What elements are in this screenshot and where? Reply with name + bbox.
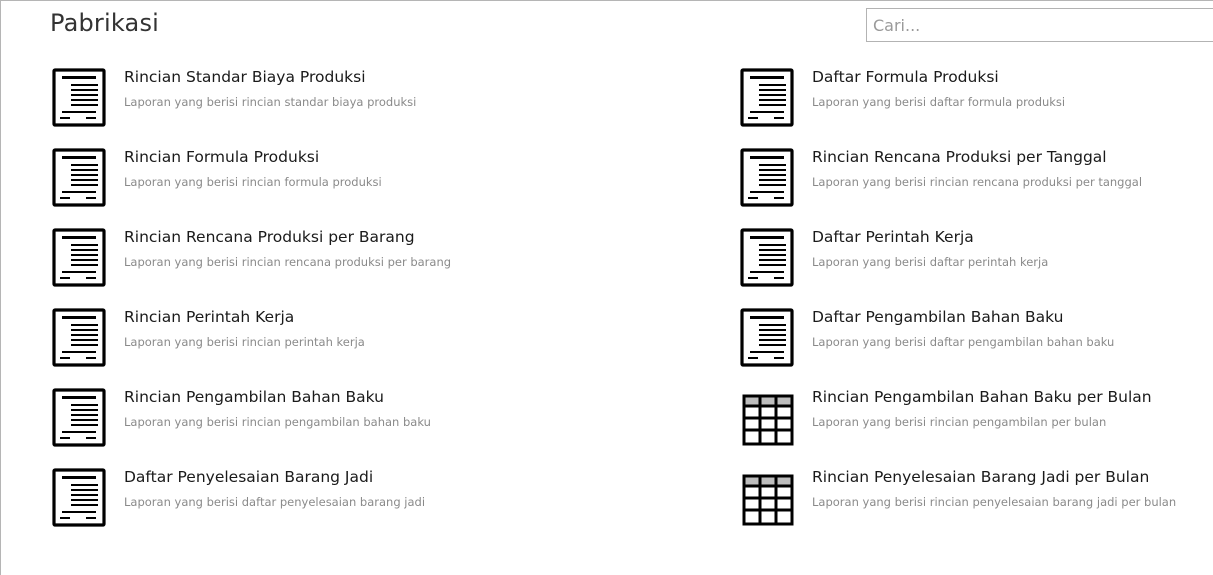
document-icon xyxy=(740,308,796,368)
table-grid-icon xyxy=(740,388,796,448)
report-title[interactable]: Daftar Pengambilan Bahan Baku xyxy=(812,308,1063,326)
report-title[interactable]: Rincian Standar Biaya Produksi xyxy=(124,68,366,86)
report-item[interactable]: Daftar Formula Produksi Laporan yang beri… xyxy=(740,68,1200,132)
table-grid-icon xyxy=(740,468,796,528)
report-title[interactable]: Rincian Pengambilan Bahan Baku per Bulan xyxy=(812,388,1152,406)
report-title[interactable]: Rincian Formula Produksi xyxy=(124,148,319,166)
report-title[interactable]: Rincian Perintah Kerja xyxy=(124,308,294,326)
document-icon xyxy=(52,228,108,288)
report-title[interactable]: Rincian Rencana Produksi per Tanggal xyxy=(812,148,1107,166)
report-item[interactable]: Daftar Perintah Kerja Laporan yang berisi… xyxy=(740,228,1200,292)
document-icon xyxy=(52,468,108,528)
report-item[interactable]: Rincian Pengambilan Bahan Baku Laporan ya… xyxy=(52,388,512,452)
report-item[interactable]: Rincian Formula Produksi Laporan yang ber… xyxy=(52,148,512,212)
report-item[interactable]: Rincian Perintah Kerja Laporan yang beris… xyxy=(52,308,512,372)
report-description: Laporan yang berisi rincian pengambilan … xyxy=(124,415,431,429)
document-icon xyxy=(740,228,796,288)
report-title[interactable]: Rincian Pengambilan Bahan Baku xyxy=(124,388,384,406)
search-input[interactable] xyxy=(866,8,1213,42)
report-item[interactable]: Rincian Standar Biaya Produksi Laporan ya… xyxy=(52,68,512,132)
report-description: Laporan yang berisi rincian rencana prod… xyxy=(812,175,1143,189)
report-item[interactable]: Rincian Rencana Produksi per Barang Lapor… xyxy=(52,228,512,292)
document-icon xyxy=(740,148,796,208)
report-title[interactable]: Rincian Rencana Produksi per Barang xyxy=(124,228,415,246)
document-icon xyxy=(740,68,796,128)
report-description: Laporan yang berisi rincian rencana prod… xyxy=(124,255,452,269)
report-item[interactable]: Daftar Pengambilan Bahan Baku Laporan yan… xyxy=(740,308,1200,372)
document-icon xyxy=(52,68,108,128)
report-description: Laporan yang berisi daftar perintah kerj… xyxy=(812,255,1049,269)
report-description: Laporan yang berisi daftar pengambilan b… xyxy=(812,335,1115,349)
report-description: Laporan yang berisi rincian perintah ker… xyxy=(124,335,365,349)
report-item[interactable]: Rincian Rencana Produksi per Tanggal Lapo… xyxy=(740,148,1200,212)
report-description: Laporan yang berisi rincian formula prod… xyxy=(124,175,382,189)
report-title[interactable]: Rincian Penyelesaian Barang Jadi per Bul… xyxy=(812,468,1149,486)
document-icon xyxy=(52,388,108,448)
report-item[interactable]: Daftar Penyelesaian Barang Jadi Laporan y… xyxy=(52,468,512,532)
report-description: Laporan yang berisi daftar formula produ… xyxy=(812,95,1066,109)
page-title: Pabrikasi xyxy=(50,9,160,37)
report-title[interactable]: Daftar Perintah Kerja xyxy=(812,228,974,246)
report-item[interactable]: Rincian Pengambilan Bahan Baku per Bulan… xyxy=(740,388,1200,452)
report-title[interactable]: Daftar Penyelesaian Barang Jadi xyxy=(124,468,373,486)
report-title[interactable]: Daftar Formula Produksi xyxy=(812,68,999,86)
document-icon xyxy=(52,308,108,368)
report-description: Laporan yang berisi daftar penyelesaian … xyxy=(124,495,426,509)
report-description: Laporan yang berisi rincian standar biay… xyxy=(124,95,417,109)
report-description: Laporan yang berisi rincian penyelesaian… xyxy=(812,495,1177,509)
document-icon xyxy=(52,148,108,208)
report-item[interactable]: Rincian Penyelesaian Barang Jadi per Bul… xyxy=(740,468,1200,532)
report-description: Laporan yang berisi rincian pengambilan … xyxy=(812,415,1107,429)
